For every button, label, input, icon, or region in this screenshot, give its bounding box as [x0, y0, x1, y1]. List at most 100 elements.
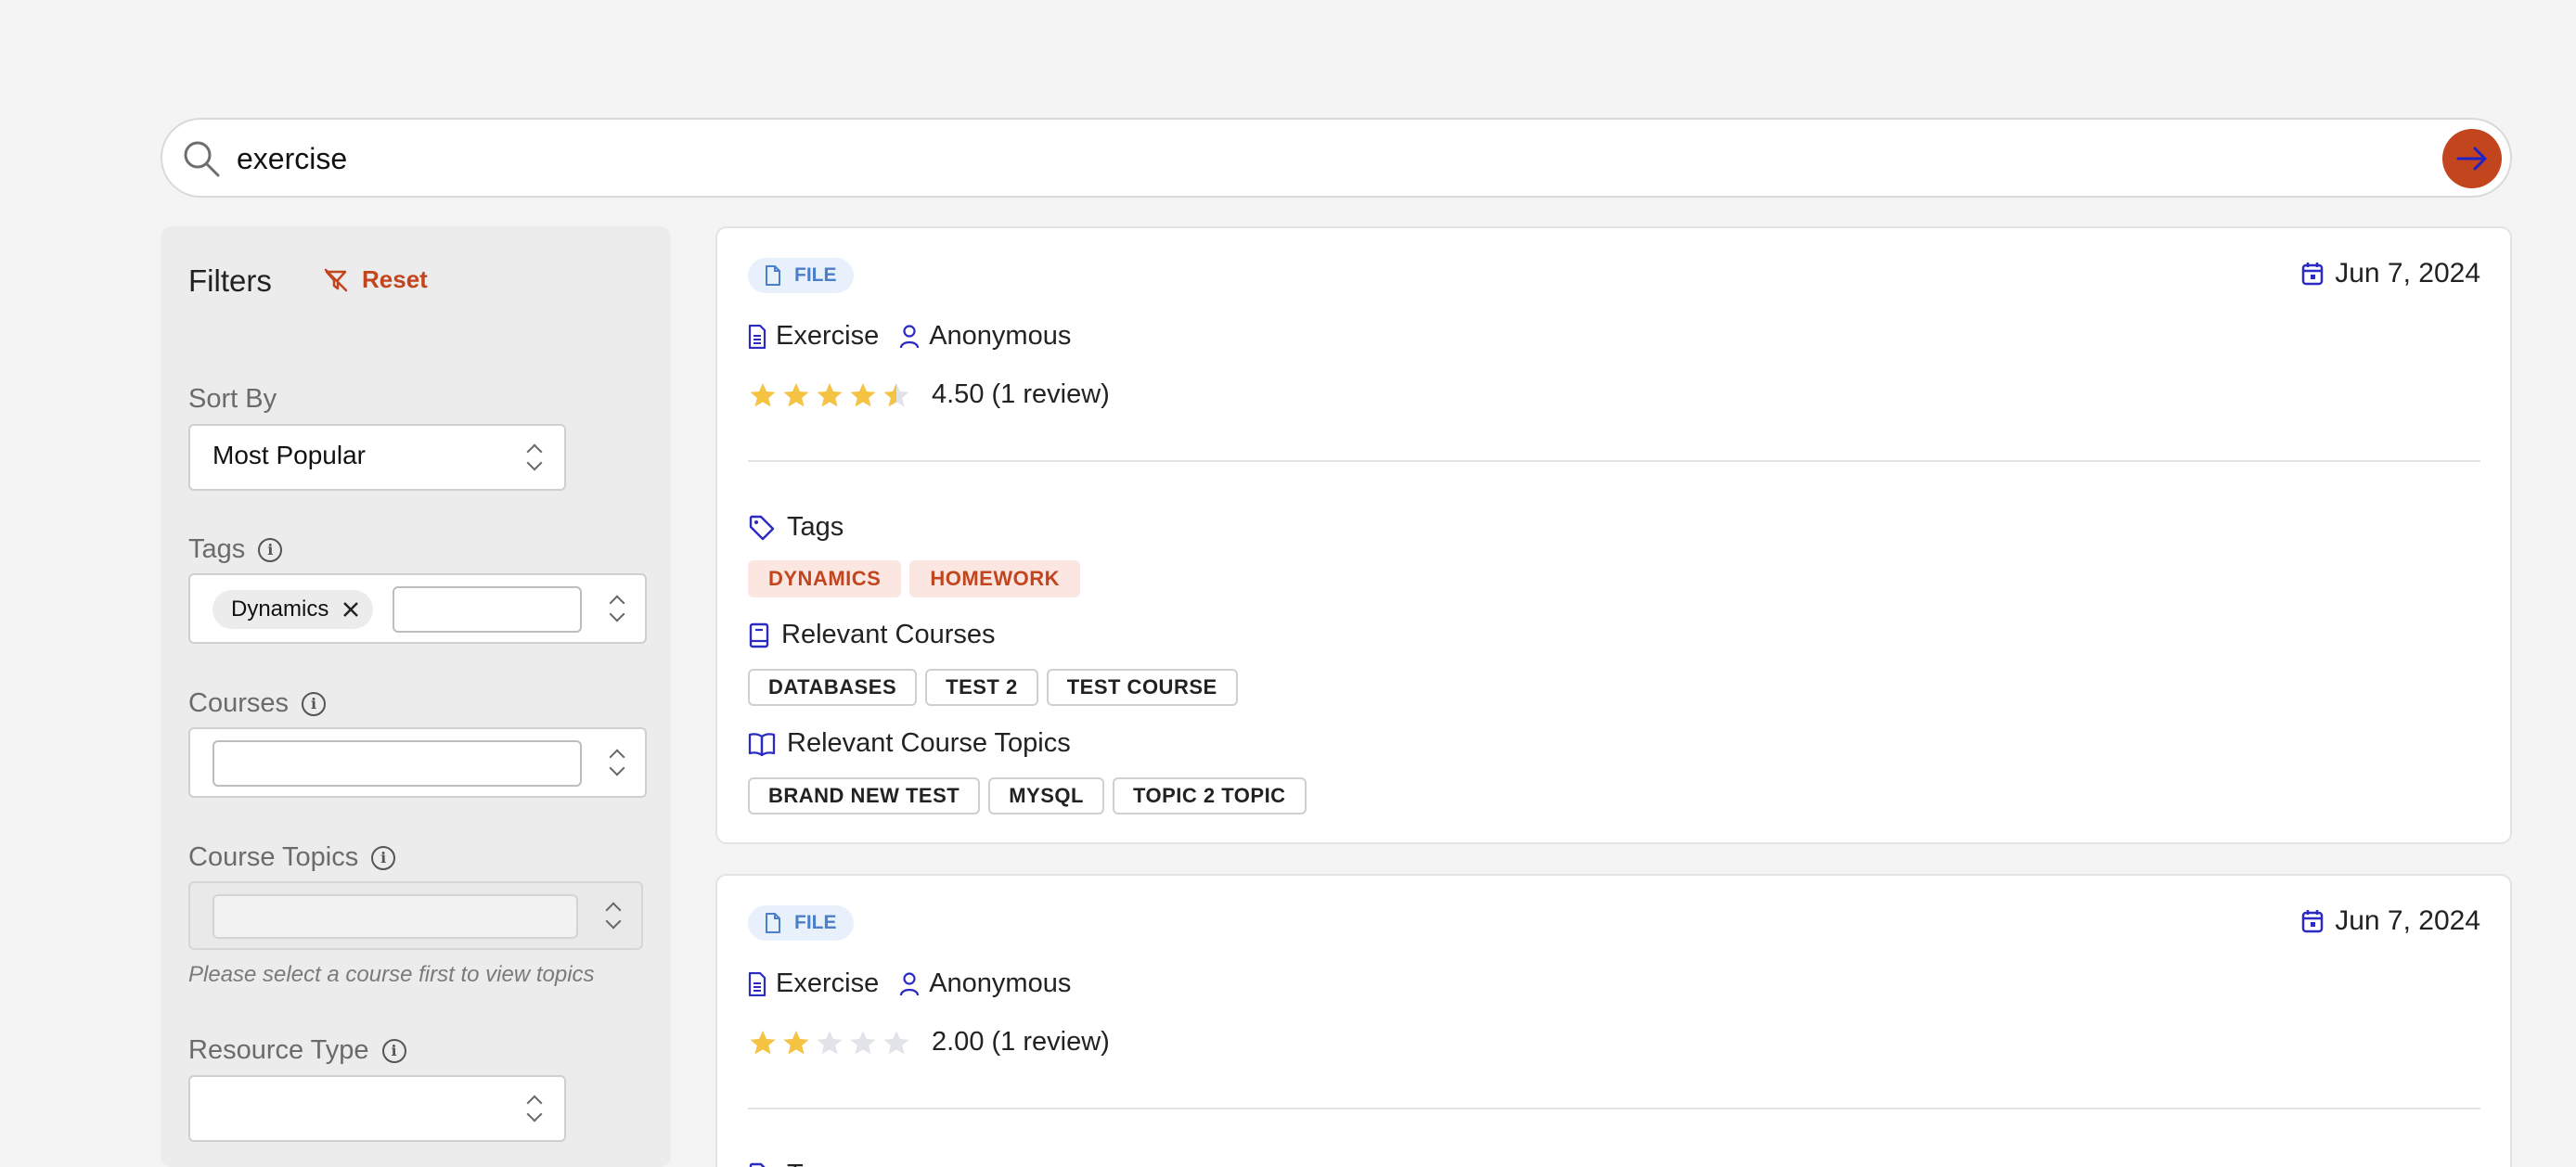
info-icon[interactable]: i: [381, 1038, 406, 1063]
course-list: DATABASES TEST 2 TEST COURSE: [748, 669, 1238, 706]
chevron-updown-icon: [525, 1096, 544, 1123]
user-icon: [900, 971, 920, 995]
star-icon: [750, 382, 776, 406]
tags-search-input[interactable]: [393, 586, 582, 633]
calendar-icon: [2301, 910, 2324, 933]
rating-stars: [748, 1029, 911, 1057]
resource-meta: Exercise Anonymous: [748, 321, 1091, 352]
topic-badge[interactable]: MYSQL: [988, 777, 1104, 814]
result-card[interactable]: FILE Jun 7, 2024 Exercise Anon: [715, 874, 2512, 1167]
user-icon: [900, 324, 920, 348]
relevant-topics-heading-text: Relevant Course Topics: [787, 728, 1071, 758]
courses-select[interactable]: [188, 727, 647, 798]
search-submit-button[interactable]: [2442, 129, 2502, 188]
filters-panel: Filters Reset Sort By Most Popular Tags …: [161, 226, 671, 1167]
file-icon: [766, 265, 780, 286]
courses-search-input[interactable]: [213, 740, 582, 787]
star-icon: [850, 382, 876, 406]
author-name: Anonymous: [929, 968, 1072, 998]
info-icon[interactable]: i: [371, 845, 396, 870]
relevant-topics-heading: Relevant Course Topics: [748, 728, 1071, 759]
resource-title[interactable]: Exercise: [748, 968, 879, 999]
rating-text: 2.00 (1 review): [932, 1027, 1110, 1057]
rating: 4.50 (1 review): [748, 379, 1110, 410]
resource-title-text: Exercise: [776, 321, 880, 351]
relevant-courses-heading-text: Relevant Courses: [781, 620, 996, 649]
tags-heading: Tags: [748, 512, 844, 543]
courses-label: Courses i: [188, 688, 326, 719]
calendar-icon: [2301, 263, 2324, 286]
tags-heading: Tags: [748, 1160, 844, 1167]
arrow-right-icon: [2456, 147, 2487, 171]
resource-type-label: Resource Type i: [188, 1035, 406, 1066]
course-topics-search-input: [213, 894, 578, 939]
date-text: Jun 7, 2024: [2335, 905, 2480, 936]
resource-title-text: Exercise: [776, 968, 880, 998]
sort-by-label: Sort By: [188, 384, 277, 415]
star-icon: [883, 1030, 909, 1054]
star-icon: [817, 382, 843, 406]
author: Anonymous: [899, 968, 1071, 999]
course-badge[interactable]: TEST COURSE: [1046, 669, 1238, 706]
tags-heading-text: Tags: [787, 1160, 844, 1167]
document-icon: [748, 971, 766, 996]
tags-label-text: Tags: [188, 534, 246, 564]
divider: [748, 1108, 2480, 1109]
search-icon: [184, 141, 220, 177]
chevron-updown-icon: [608, 750, 626, 777]
divider: [748, 460, 2480, 462]
course-topics-label-text: Course Topics: [188, 842, 359, 872]
reset-filters-button[interactable]: Reset: [323, 265, 428, 294]
chevron-updown-icon: [604, 903, 623, 930]
info-icon[interactable]: i: [302, 691, 326, 716]
chevron-updown-icon: [608, 596, 626, 623]
date: Jun 7, 2024: [2301, 905, 2480, 937]
file-type-badge: FILE: [748, 905, 854, 941]
tag-chip: Dynamics: [213, 590, 374, 629]
author-name: Anonymous: [929, 321, 1072, 351]
book-icon: [749, 622, 769, 648]
sort-by-select[interactable]: Most Popular: [188, 424, 566, 491]
star-icon: [850, 1030, 876, 1054]
tags-multiselect[interactable]: Dynamics: [188, 573, 647, 644]
topic-badge[interactable]: TOPIC 2 TOPIC: [1112, 777, 1307, 814]
topic-badge[interactable]: BRAND NEW TEST: [748, 777, 981, 814]
tag-list: DYNAMICS HOMEWORK: [748, 560, 1080, 597]
filters-title: Filters: [188, 263, 272, 298]
star-icon: [817, 1030, 843, 1054]
rating-text: 4.50 (1 review): [932, 379, 1110, 409]
date: Jun 7, 2024: [2301, 258, 2480, 289]
result-card[interactable]: FILE Jun 7, 2024 Exercise Anon: [715, 226, 2512, 844]
courses-label-text: Courses: [188, 688, 289, 718]
star-icon: [883, 382, 909, 406]
info-icon[interactable]: i: [258, 537, 283, 562]
filter-off-icon: [324, 268, 348, 291]
file-type-badge: FILE: [748, 258, 854, 293]
document-icon: [748, 324, 766, 349]
star-icon: [750, 1030, 776, 1054]
resource-title[interactable]: Exercise: [748, 321, 879, 352]
course-topics-hint: Please select a course first to view top…: [188, 962, 595, 987]
resource-type-select[interactable]: [188, 1075, 566, 1142]
sort-by-label-text: Sort By: [188, 384, 277, 414]
star-icon: [783, 382, 809, 406]
date-text: Jun 7, 2024: [2335, 258, 2480, 289]
resource-type-label-text: Resource Type: [188, 1035, 369, 1065]
sort-by-value: Most Popular: [213, 441, 366, 469]
relevant-courses-heading: Relevant Courses: [748, 620, 996, 650]
course-badge[interactable]: DATABASES: [748, 669, 918, 706]
author: Anonymous: [899, 321, 1071, 352]
course-badge[interactable]: TEST 2: [925, 669, 1038, 706]
resource-meta: Exercise Anonymous: [748, 968, 1091, 999]
rating-stars: [748, 381, 911, 409]
file-icon: [766, 913, 780, 933]
tag-badge[interactable]: HOMEWORK: [909, 560, 1080, 597]
tag-badge[interactable]: DYNAMICS: [748, 560, 902, 597]
rating: 2.00 (1 review): [748, 1027, 1110, 1058]
search-input[interactable]: [237, 133, 2371, 185]
reset-label: Reset: [362, 265, 428, 293]
search-bar: [161, 118, 2512, 198]
course-topics-select: [188, 881, 643, 950]
open-book-icon: [748, 732, 776, 756]
close-icon[interactable]: [341, 600, 360, 619]
